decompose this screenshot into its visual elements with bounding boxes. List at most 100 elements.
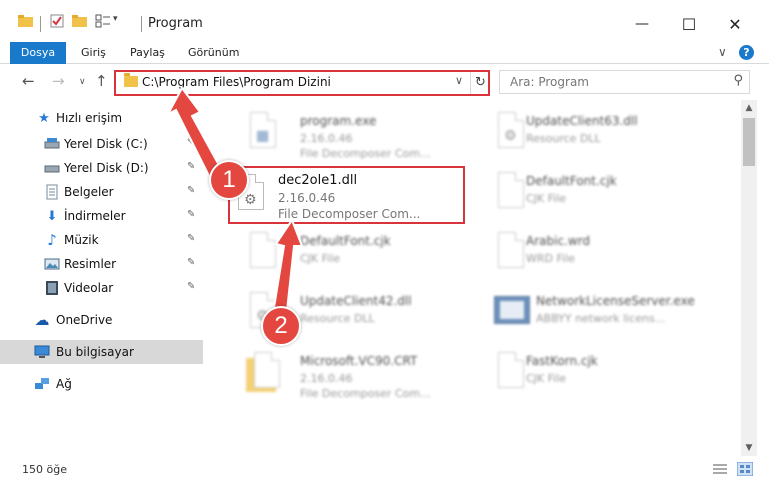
back-button[interactable]: ← (22, 72, 35, 90)
drive-icon (44, 138, 60, 149)
folder-icon (124, 73, 138, 87)
file-name: DefaultFont.cjk (526, 174, 617, 188)
sidebar-item-label: OneDrive (56, 313, 113, 327)
close-button[interactable]: ✕ (720, 10, 750, 38)
ribbon-tabs: Dosya Giriş Paylaş Görünüm ∨ ? (0, 42, 769, 64)
sidebar-item-local-disk-c[interactable]: Yerel Disk (C:) ✎ (0, 132, 203, 156)
file-type: ABBYY network licens... (536, 312, 666, 325)
title-divider (40, 16, 41, 32)
sidebar-item-label: Müzik (64, 233, 99, 247)
file-name: Arabic.wrd (526, 234, 591, 248)
file-item[interactable]: DefaultFont.cjk CJK File (482, 164, 732, 224)
file-item[interactable]: Microsoft.VC90.CRT 2.16.0.46 File Decomp… (234, 344, 484, 404)
tab-file[interactable]: Dosya (10, 42, 66, 64)
pictures-icon (44, 258, 60, 270)
window-title: Program (148, 16, 203, 31)
file-type: Resource DLL (300, 312, 375, 325)
file-name: program.exe (300, 114, 377, 128)
file-description: File Decomposer Com... (300, 387, 431, 400)
details-view-icon[interactable] (712, 462, 728, 476)
pin-icon: ✎ (187, 185, 196, 196)
properties-icon[interactable] (50, 14, 64, 28)
file-name: FastKorn.cjk (526, 354, 598, 368)
drive-icon (44, 165, 60, 173)
status-bar: 150 öğe (0, 456, 769, 494)
download-icon: ⬇ (46, 208, 58, 224)
tab-view[interactable]: Görünüm (180, 42, 247, 64)
file-icon (246, 232, 280, 276)
tab-home[interactable]: Giriş (73, 42, 114, 64)
file-icon (494, 172, 528, 216)
sidebar-item-local-disk-d[interactable]: Yerel Disk (D:) ✎ (0, 156, 203, 180)
file-version: 2.16.0.46 (300, 132, 353, 145)
file-description: File Decomposer Com... (278, 207, 421, 221)
file-item[interactable]: DefaultFont.cjk CJK File (234, 224, 484, 284)
file-description: File Decomposer Com... (300, 147, 431, 160)
large-icons-view-icon[interactable] (737, 462, 753, 476)
pin-icon: ✎ (187, 161, 196, 172)
recent-locations-button[interactable]: ∨ (79, 77, 86, 87)
sidebar-item-label: Ağ (56, 377, 72, 391)
sidebar-item-label: Yerel Disk (D:) (64, 161, 149, 175)
maximize-icon: ☐ (681, 14, 697, 34)
refresh-button[interactable]: ↻ (470, 72, 490, 94)
up-button[interactable]: ↑ (95, 72, 108, 90)
pin-icon: ✎ (187, 281, 196, 292)
sidebar-item-pictures[interactable]: Resimler ✎ (0, 252, 203, 276)
pin-icon: ✎ (187, 209, 196, 220)
help-icon[interactable]: ? (739, 45, 754, 60)
file-name: DefaultFont.cjk (300, 234, 391, 248)
sidebar-item-quick-access[interactable]: ★ Hızlı erişim (0, 106, 203, 130)
scroll-up-icon[interactable]: ▲ (741, 100, 757, 116)
search-box[interactable]: Ara: Program ⚲ (499, 70, 750, 94)
file-icon (494, 352, 528, 396)
sidebar-item-downloads[interactable]: ⬇ İndirmeler ✎ (0, 204, 203, 228)
vertical-scrollbar[interactable]: ▲ ▼ (741, 100, 757, 456)
sidebar-item-videos[interactable]: Videolar ✎ (0, 276, 203, 300)
file-name: UpdateClient63.dll (526, 114, 638, 128)
music-icon: ♪ (47, 231, 57, 249)
search-icon[interactable]: ⚲ (733, 73, 743, 88)
file-type: CJK File (300, 252, 341, 265)
sidebar-item-label: Belgeler (64, 185, 114, 199)
maximize-button[interactable]: ☐ (674, 10, 704, 38)
address-bar[interactable]: C:\Program Files\Program Dizini ∨ ↻ (114, 70, 490, 96)
minimize-button[interactable]: — (627, 10, 657, 38)
minimize-icon: — (635, 16, 649, 32)
pin-icon: ✎ (187, 233, 196, 244)
view-options-icon[interactable] (95, 14, 111, 28)
sidebar-item-music[interactable]: ♪ Müzik ✎ (0, 228, 203, 252)
sidebar-item-label: Bu bilgisayar (56, 345, 134, 359)
file-list: ▦ program.exe 2.16.0.46 File Decomposer … (210, 100, 741, 456)
sidebar-item-onedrive[interactable]: ☁ OneDrive (0, 308, 203, 332)
address-dropdown-icon[interactable]: ∨ (455, 74, 463, 87)
exe-icon: ▦ (246, 112, 280, 156)
sidebar-item-this-pc[interactable]: Bu bilgisayar (0, 340, 203, 364)
sidebar-item-documents[interactable]: Belgeler ✎ (0, 180, 203, 204)
ribbon-expand-icon[interactable]: ∨ (718, 45, 727, 59)
quick-access-dropdown-icon[interactable]: ▾ (113, 14, 118, 24)
file-name: Microsoft.VC90.CRT (300, 354, 418, 368)
sidebar-item-network[interactable]: Ağ (0, 372, 203, 396)
file-type: WRD File (526, 252, 575, 265)
sidebar-item-label: İndirmeler (64, 209, 126, 223)
new-folder-icon[interactable] (72, 14, 88, 28)
tab-share[interactable]: Paylaş (122, 42, 173, 64)
forward-button[interactable]: → (52, 72, 65, 90)
file-item[interactable]: ▦ program.exe 2.16.0.46 File Decomposer … (234, 104, 484, 164)
title-divider (141, 16, 142, 32)
file-item[interactable]: NetworkLicenseServer.exe ABBYY network l… (482, 284, 732, 344)
file-item[interactable]: FastKorn.cjk CJK File (482, 344, 732, 404)
scroll-thumb[interactable] (743, 118, 755, 166)
address-path[interactable]: C:\Program Files\Program Dizini (142, 75, 331, 89)
video-icon (46, 281, 58, 295)
target-file-item[interactable]: ⚙ dec2ole1.dll 2.16.0.46 File Decomposer… (228, 166, 465, 224)
navigation-pane: ★ Hızlı erişim Yerel Disk (C:) ✎ Yerel D… (0, 100, 210, 456)
search-input[interactable]: Ara: Program (510, 75, 589, 89)
sidebar-item-label: Hızlı erişim (56, 111, 123, 125)
scroll-down-icon[interactable]: ▼ (741, 440, 757, 456)
dll-icon: ⚙ (494, 112, 528, 156)
file-item[interactable]: ⚙ UpdateClient63.dll Resource DLL (482, 104, 732, 164)
file-item[interactable]: Arabic.wrd WRD File (482, 224, 732, 284)
network-icon (35, 378, 49, 389)
